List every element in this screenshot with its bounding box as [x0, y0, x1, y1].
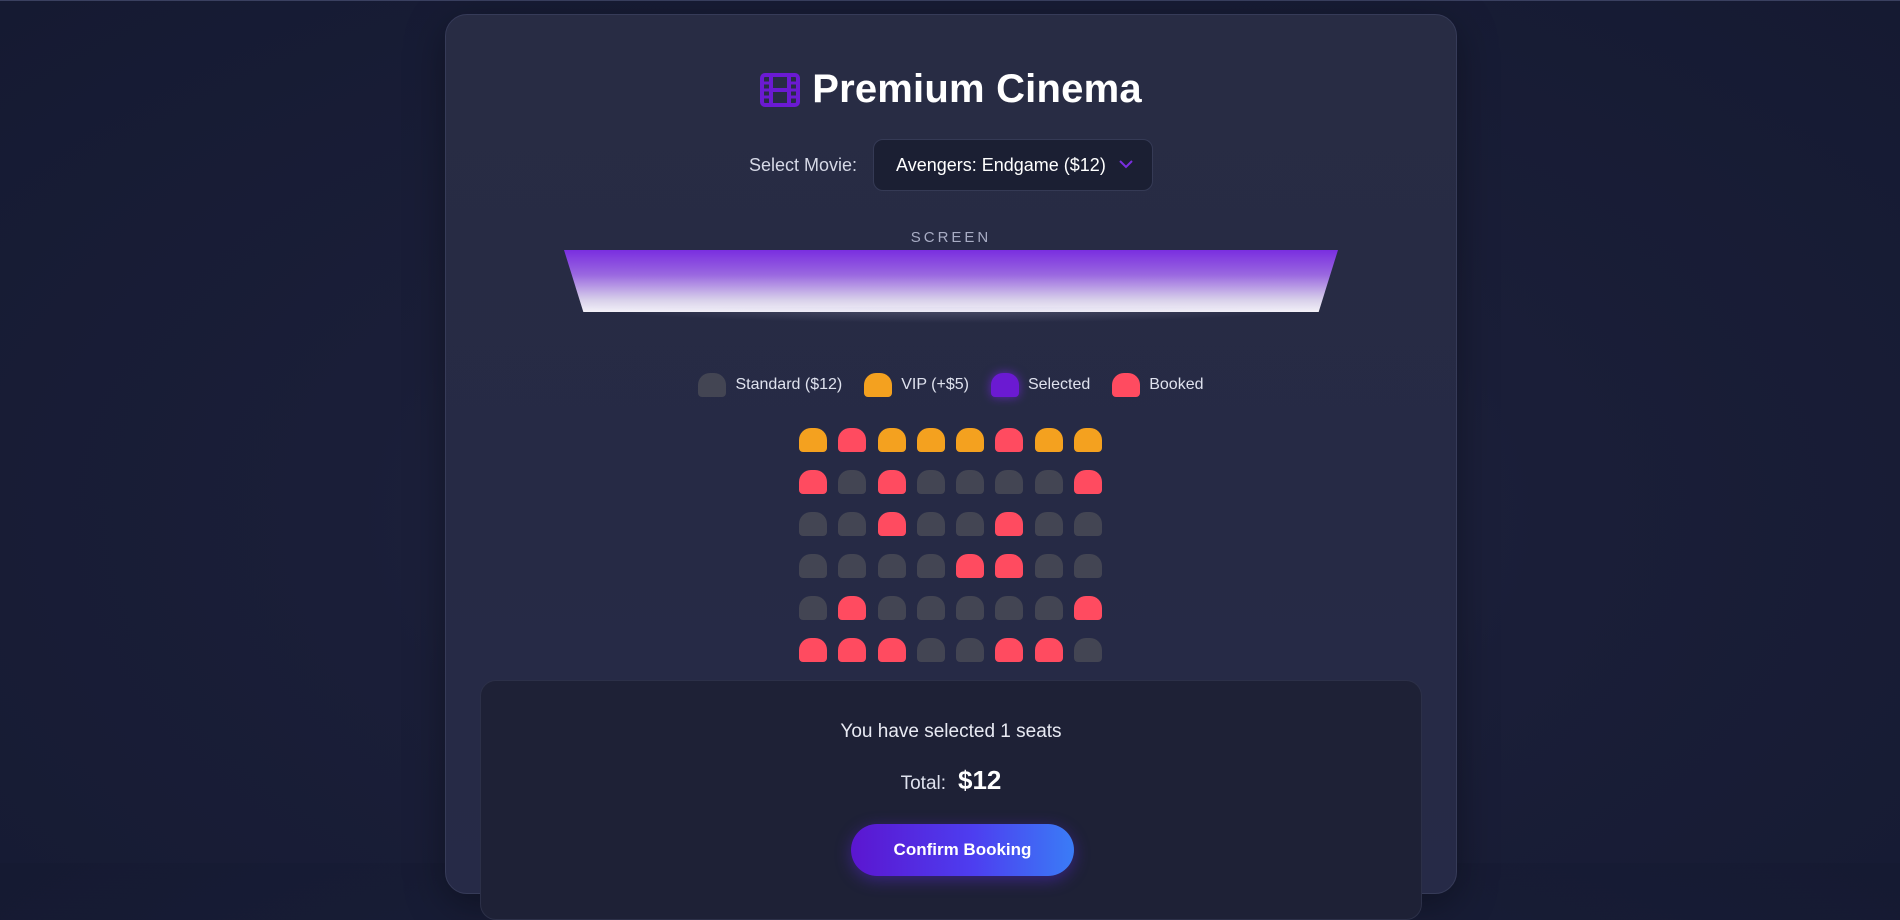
legend-label: Selected — [1027, 376, 1091, 393]
seat-vip[interactable] — [916, 428, 945, 452]
total-row: Total: $12 — [481, 765, 1421, 796]
seat-standard[interactable] — [1034, 512, 1063, 536]
seat-standard[interactable] — [916, 638, 945, 662]
seat-booked — [877, 512, 906, 536]
seat-legend: Standard ($12) VIP (+$5) Selected Booked — [446, 373, 1456, 397]
seat-booked — [995, 512, 1024, 536]
movie-select[interactable]: Avengers: Endgame ($12) — [873, 139, 1154, 191]
seat-grid — [799, 428, 1103, 662]
seat-standard[interactable] — [956, 638, 985, 662]
seat-standard[interactable] — [838, 512, 867, 536]
seat-standard[interactable] — [956, 470, 985, 494]
seat-standard[interactable] — [916, 596, 945, 620]
legend-label: Booked — [1149, 376, 1204, 393]
total-label: Total: — [900, 773, 947, 794]
seat-standard[interactable] — [799, 596, 827, 620]
confirm-booking-button[interactable]: Confirm Booking — [851, 824, 1074, 876]
film-icon — [760, 72, 801, 107]
selected-seat-icon — [990, 373, 1019, 397]
chevron-down-icon — [1119, 160, 1133, 169]
seat-standard[interactable] — [1034, 596, 1063, 620]
standard-seat-icon — [698, 373, 727, 397]
movie-selector: Select Movie: Avengers: Endgame ($12) — [446, 139, 1456, 191]
seat-booked — [838, 596, 867, 620]
seat-booked — [1034, 638, 1063, 662]
seat-standard[interactable] — [1034, 554, 1063, 578]
seat-standard[interactable] — [995, 470, 1024, 494]
legend-standard: Standard ($12) — [698, 373, 842, 397]
top-border — [0, 0, 1900, 1]
seat-booked — [1074, 596, 1103, 620]
legend-label: VIP (+$5) — [901, 376, 969, 393]
seat-standard[interactable] — [838, 470, 867, 494]
legend-selected: Selected — [990, 373, 1091, 397]
vip-seat-icon — [864, 373, 893, 397]
booking-summary: You have selected 1 seats Total: $12 Con… — [480, 680, 1422, 920]
seat-standard[interactable] — [916, 512, 945, 536]
seat-standard[interactable] — [877, 596, 906, 620]
seat-booked — [877, 638, 906, 662]
seat-standard[interactable] — [799, 512, 827, 536]
seat-vip[interactable] — [1074, 428, 1103, 452]
cinema-screen — [564, 250, 1338, 312]
seat-standard[interactable] — [799, 554, 827, 578]
seat-standard[interactable] — [916, 554, 945, 578]
movie-select-value: Avengers: Endgame ($12) — [896, 154, 1106, 175]
seat-standard[interactable] — [916, 470, 945, 494]
legend-label: Standard ($12) — [735, 376, 843, 393]
booking-card: Premium Cinema Select Movie: Avengers: E… — [445, 14, 1457, 920]
seat-booked — [995, 638, 1024, 662]
seat-standard[interactable] — [838, 554, 867, 578]
seat-standard[interactable] — [1074, 638, 1103, 662]
seat-vip[interactable] — [956, 428, 985, 452]
seat-booked — [995, 428, 1024, 452]
seat-booked — [956, 554, 985, 578]
seat-standard[interactable] — [995, 596, 1024, 620]
seat-booked — [799, 638, 827, 662]
page-title: Premium Cinema — [812, 67, 1142, 111]
seat-standard[interactable] — [1074, 512, 1103, 536]
seat-standard[interactable] — [877, 554, 906, 578]
seat-vip[interactable] — [1034, 428, 1063, 452]
seat-booked — [838, 638, 867, 662]
page-header: Premium Cinema — [446, 67, 1456, 112]
total-value: $12 — [958, 765, 1002, 795]
seat-booked — [995, 554, 1024, 578]
seat-standard[interactable] — [956, 596, 985, 620]
seat-standard[interactable] — [1034, 470, 1063, 494]
seat-booked — [1074, 470, 1103, 494]
seat-vip[interactable] — [799, 428, 827, 452]
legend-booked: Booked — [1112, 373, 1204, 397]
seat-booked — [799, 470, 827, 494]
screen-label: SCREEN — [910, 229, 992, 246]
seat-booked — [877, 470, 906, 494]
booked-seat-icon — [1112, 373, 1141, 397]
movie-select-label: Select Movie: — [748, 154, 858, 175]
seat-standard[interactable] — [1074, 554, 1103, 578]
seat-vip[interactable] — [877, 428, 906, 452]
seat-standard[interactable] — [956, 512, 985, 536]
screen-glow — [582, 307, 1322, 323]
seat-booked — [838, 428, 867, 452]
selected-count-text: You have selected 1 seats — [840, 721, 1062, 742]
legend-vip: VIP (+$5) — [864, 373, 969, 397]
